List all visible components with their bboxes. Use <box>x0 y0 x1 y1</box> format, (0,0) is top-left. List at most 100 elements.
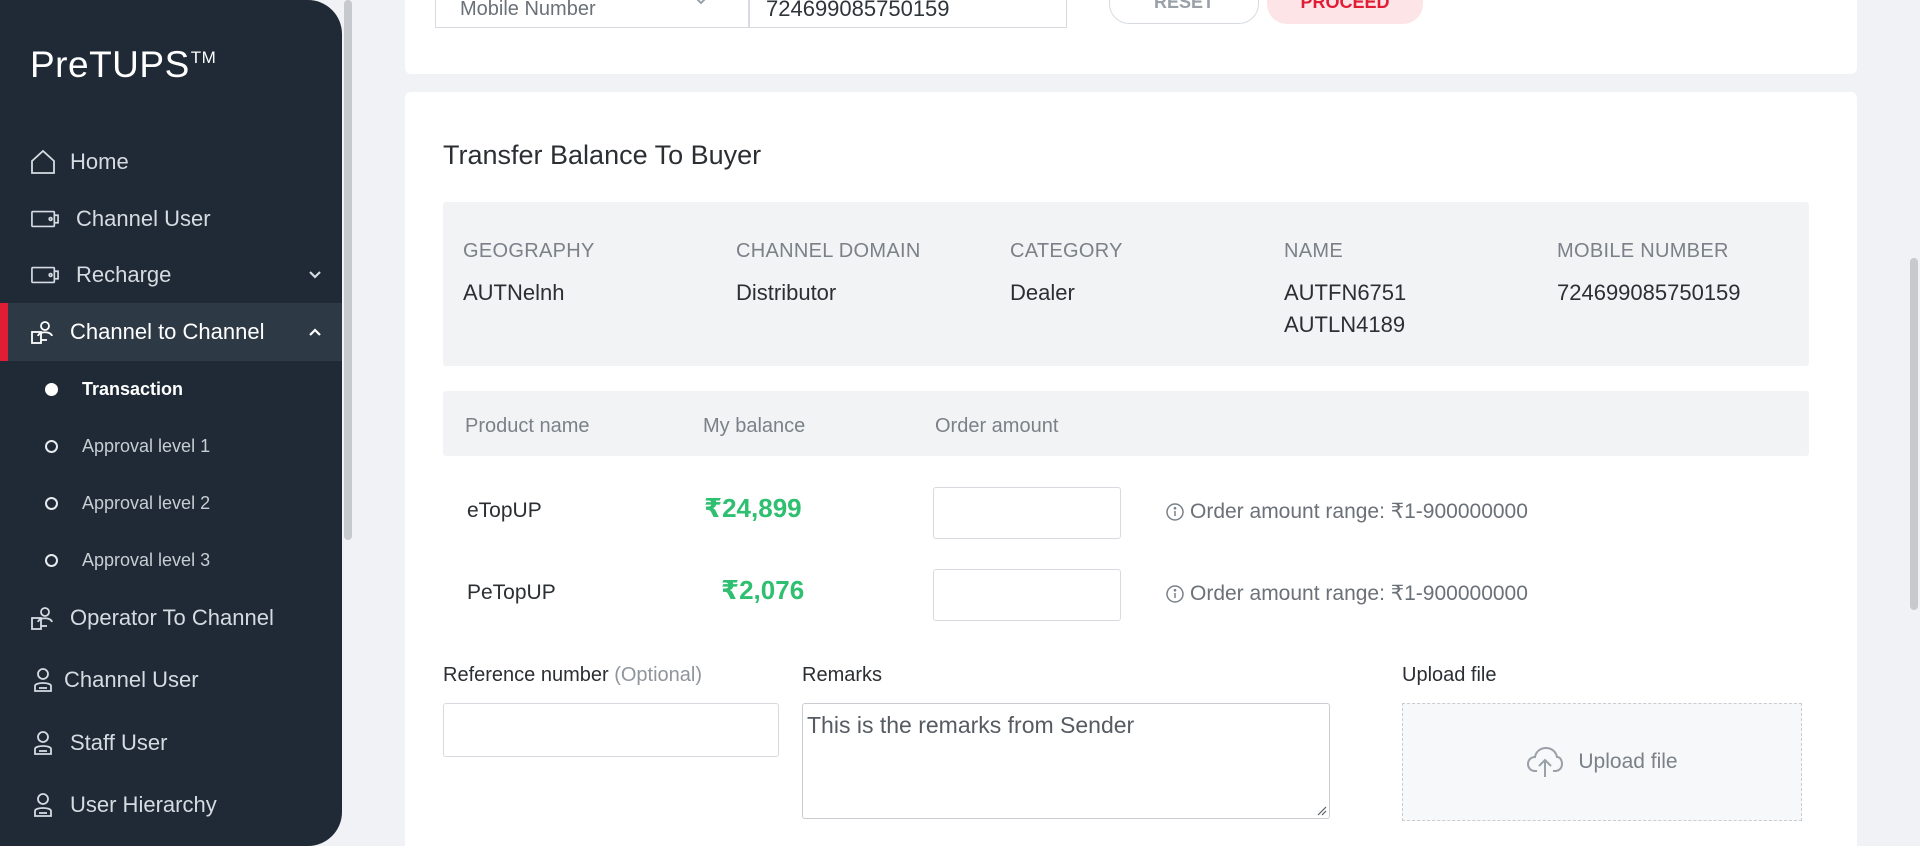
home-icon <box>28 147 58 177</box>
product-name: PeTopUP <box>467 581 556 604</box>
bullet-outline-icon <box>45 496 58 510</box>
user-icon <box>28 728 58 758</box>
transfer-panel: Transfer Balance To Buyer GEOGRAPHY AUTN… <box>405 92 1857 846</box>
search-panel: Mobile Number 724699085750159 RESET PROC… <box>405 0 1857 74</box>
column-header-order: Order amount <box>935 415 1059 437</box>
sidebar-item-label: User Hierarchy <box>70 792 217 817</box>
name-line2: AUTLN4189 <box>1284 312 1406 337</box>
column-header-balance: My balance <box>703 415 806 437</box>
resize-grip-icon[interactable] <box>1315 804 1327 816</box>
reset-button[interactable]: RESET <box>1109 0 1259 24</box>
card-icon <box>30 204 60 234</box>
upload-file-label: Upload file <box>1402 664 1497 686</box>
sidebar-item-staff-user[interactable]: Staff User <box>0 714 342 772</box>
column-header-product: Product name <box>465 415 590 437</box>
sidebar-subitem-label: Approval level 2 <box>82 492 211 513</box>
sidebar-item-channel-to-channel[interactable]: Channel to Channel <box>0 303 342 361</box>
sidebar-item-label: Channel to Channel <box>70 319 265 344</box>
category-value: Dealer <box>1010 280 1075 305</box>
info-icon <box>1166 584 1184 603</box>
transfer-users-icon <box>28 317 58 347</box>
channel-domain-label: CHANNEL DOMAIN <box>736 240 921 262</box>
sidebar-subitem-approval-3[interactable]: Approval level 3 <box>0 535 342 585</box>
sidebar-subitem-transaction[interactable]: Transaction <box>0 364 342 414</box>
proceed-button[interactable]: PROCEED <box>1267 0 1423 24</box>
sidebar-item-operator-to-channel[interactable]: Operator To Channel <box>0 589 342 647</box>
table-row: eTopUP ₹24,899 Order amount range: ₹1-90… <box>443 485 1809 545</box>
sidebar-subitem-approval-1[interactable]: Approval level 1 <box>0 421 342 471</box>
order-amount-range: Order amount range: ₹1-900000000 <box>1165 581 1528 606</box>
product-table-header: Product name My balance Order amount <box>443 391 1809 456</box>
order-amount-range: Order amount range: ₹1-900000000 <box>1165 499 1528 524</box>
card-icon <box>30 260 60 290</box>
mobile-number-input[interactable]: 724699085750159 <box>749 0 1067 28</box>
bullet-filled-icon <box>45 382 58 396</box>
reference-number-input[interactable] <box>443 703 779 757</box>
order-amount-range-text: Order amount range: ₹1-900000000 <box>1190 500 1528 523</box>
order-amount-input[interactable] <box>933 569 1121 621</box>
sidebar-item-label: Channel User <box>76 206 211 231</box>
page-title: Transfer Balance To Buyer <box>443 140 762 170</box>
reference-number-label: Reference number (Optional) <box>443 664 702 687</box>
sidebar-item-label: Recharge <box>76 262 172 287</box>
user-icon <box>28 790 58 820</box>
sidebar-item-channel-user[interactable]: Channel User <box>0 190 342 248</box>
buyer-info-box: GEOGRAPHY AUTNelnh CHANNEL DOMAIN Distri… <box>443 202 1809 366</box>
order-amount-range-text: Order amount range: ₹1-900000000 <box>1190 582 1528 605</box>
category-label: CATEGORY <box>1010 240 1123 262</box>
order-amount-input[interactable] <box>933 487 1121 539</box>
search-type-value: Mobile Number <box>460 0 596 20</box>
geography-value: AUTNelnh <box>463 280 565 305</box>
mobile-number-value: 724699085750159 <box>1557 280 1741 305</box>
sidebar-subitem-approval-2[interactable]: Approval level 2 <box>0 478 342 528</box>
channel-domain-value: Distributor <box>736 280 837 305</box>
page-scrollbar[interactable] <box>1910 258 1918 610</box>
brand-logo[interactable]: PreTUPSTM <box>30 44 216 86</box>
sidebar-subitem-label: Transaction <box>82 378 184 399</box>
sidebar-scrollbar[interactable] <box>344 0 352 540</box>
upload-file-button-label: Upload file <box>1578 750 1678 773</box>
sidebar-item-label: Home <box>70 149 129 174</box>
channel-domain-field: CHANNEL DOMAIN Distributor <box>736 240 921 309</box>
name-line1: AUTFN6751 <box>1284 280 1407 305</box>
geography-label: GEOGRAPHY <box>463 240 595 262</box>
name-label: NAME <box>1284 240 1343 262</box>
sidebar-item-label: Channel User <box>64 667 199 692</box>
balance-value: ₹24,899 <box>704 493 802 523</box>
optional-tag: (Optional) <box>614 664 703 686</box>
chevron-down-icon <box>696 0 706 5</box>
geography-field: GEOGRAPHY AUTNelnh <box>463 240 595 309</box>
balance-value: ₹2,076 <box>721 575 805 605</box>
search-type-select[interactable]: Mobile Number <box>435 0 749 28</box>
sidebar-item-home[interactable]: Home <box>0 133 342 191</box>
name-value: AUTFN6751 AUTLN4189 <box>1284 277 1406 341</box>
sidebar-item-label: Staff User <box>70 730 168 755</box>
cloud-upload-icon <box>1527 746 1564 777</box>
sidebar-item-channel-user-2[interactable]: Channel User <box>0 651 342 709</box>
user-icon <box>28 665 58 695</box>
chevron-up-icon <box>309 328 321 336</box>
transfer-users-icon <box>28 603 58 633</box>
table-row: PeTopUP ₹2,076 Order amount range: ₹1-90… <box>443 567 1809 627</box>
mobile-number-label: MOBILE NUMBER <box>1557 240 1729 262</box>
name-field: NAME AUTFN6751 AUTLN4189 <box>1284 240 1406 341</box>
info-icon <box>1166 502 1184 521</box>
sidebar-item-label: Operator To Channel <box>70 605 274 630</box>
upload-file-dropzone[interactable]: Upload file <box>1402 703 1802 821</box>
sidebar-subitem-label: Approval level 1 <box>82 435 211 456</box>
product-name: eTopUP <box>467 499 542 522</box>
sidebar-item-user-hierarchy[interactable]: User Hierarchy <box>0 776 342 834</box>
sidebar-subitem-label: Approval level 3 <box>82 549 211 570</box>
mobile-number-field: MOBILE NUMBER 724699085750159 <box>1557 240 1741 309</box>
sidebar: PreTUPSTM Home Channel User Recharge Cha… <box>0 0 342 846</box>
remarks-label: Remarks <box>802 664 883 686</box>
trademark: TM <box>190 48 217 67</box>
category-field: CATEGORY Dealer <box>1010 240 1123 309</box>
bullet-outline-icon <box>45 439 58 453</box>
reference-number-label-text: Reference number <box>443 664 609 686</box>
brand-name: PreTUPS <box>30 44 190 85</box>
remarks-textarea[interactable]: This is the remarks from Sender <box>802 703 1330 819</box>
sidebar-item-recharge[interactable]: Recharge <box>0 246 342 304</box>
remarks-text: This is the remarks from Sender <box>807 712 1135 738</box>
bullet-outline-icon <box>45 553 58 567</box>
